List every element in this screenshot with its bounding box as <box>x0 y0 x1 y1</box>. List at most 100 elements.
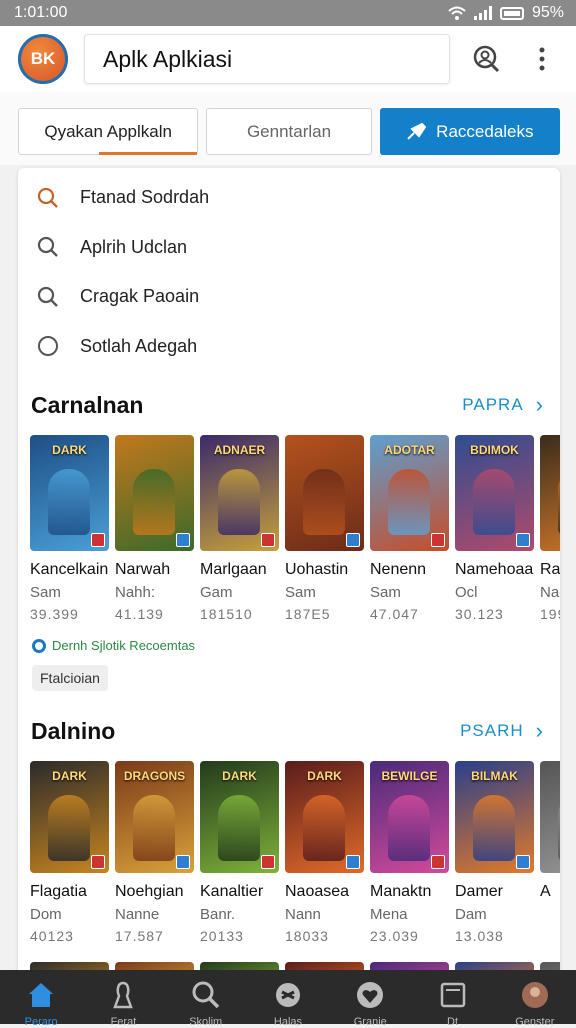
app-title: Naoasea <box>285 883 350 900</box>
app-card[interactable]: DARK Flagatia Dom 40123 <box>30 761 109 944</box>
app-card[interactable]: A <box>540 761 560 944</box>
profile-icon <box>518 978 552 1012</box>
character-figure <box>303 469 345 535</box>
app-card[interactable]: BILMAK Damer Dam 13.038 <box>455 761 534 944</box>
app-card[interactable]: ADNAER Marlgaan Gam 181510 <box>200 435 279 622</box>
thumb-title-art <box>115 443 194 465</box>
status-icons: 95% <box>448 4 564 22</box>
app-thumbnail <box>115 435 194 551</box>
app-thumbnail: ADNAER <box>200 435 279 551</box>
app-card-row: DARK Flagatia Dom 40123 DRAGONS Noehgian Nanne… <box>18 761 560 944</box>
rating-badge-icon <box>261 855 275 869</box>
rating-badge-icon <box>516 855 530 869</box>
thumb-title-art: ADOTAR <box>384 443 435 457</box>
suggestion-label: Ftanad Sodrdah <box>80 187 210 208</box>
app-title: Damer <box>455 883 504 900</box>
rating-badge-icon <box>176 855 190 869</box>
nav-label: Granie <box>353 1016 387 1028</box>
status-time: 1:01:00 <box>14 4 68 21</box>
search-icon <box>189 978 223 1012</box>
app-developer: Gam <box>200 584 233 601</box>
tab-recommended[interactable]: Raccedaleks <box>379 108 560 155</box>
app-card[interactable]: Narwah Nahh: 41.139 <box>115 435 194 622</box>
app-developer: Nann <box>285 906 321 923</box>
games-icon <box>271 978 305 1012</box>
chevron-right-icon: › <box>535 392 544 417</box>
nav-item-0[interactable]: Peraro <box>6 978 76 1028</box>
app-developer: Sam <box>370 584 401 601</box>
app-developer: Nae <box>540 584 560 601</box>
thumb-title-art <box>540 443 560 465</box>
app-card[interactable]: DRAGONS Noehgian Nanne 17.587 <box>115 761 194 944</box>
suggestion-item[interactable]: Ftanad Sodrdah <box>18 173 560 223</box>
nav-label: Skolim <box>189 1016 223 1028</box>
suggestion-item[interactable]: Aplrih Udclan <box>18 223 560 273</box>
history-circle-icon <box>36 334 60 358</box>
tab-search-apps[interactable]: Qyakan Applkaln <box>18 108 199 155</box>
character-figure <box>218 469 260 535</box>
nav-item-5[interactable]: Dt <box>418 978 488 1028</box>
app-card[interactable]: Rar Nae 199 <box>540 435 560 622</box>
search-icon <box>36 285 60 309</box>
nav-item-1[interactable]: Ferat <box>88 978 158 1028</box>
app-thumbnail: BDIMOK <box>455 435 534 551</box>
thumb-title-art: ADNAER <box>213 443 266 457</box>
app-thumbnail: DARK <box>30 761 109 873</box>
app-developer: Sam <box>30 584 61 601</box>
rating-badge-icon <box>176 533 190 547</box>
character-figure <box>558 795 560 861</box>
app-developer: Banr. <box>200 906 236 923</box>
suggestion-item[interactable]: Cragak Paoain <box>18 272 560 322</box>
battery-icon <box>499 6 524 20</box>
search-button[interactable] <box>466 39 506 79</box>
app-developer: Sam <box>285 584 316 601</box>
nav-label: Genster <box>515 1016 555 1028</box>
app-title: Marlgaan <box>200 561 267 578</box>
app-card[interactable]: BEWILGE Manaktn Mena 23.039 <box>370 761 449 944</box>
app-card[interactable]: BDIMOK Namehoaar Ocl 30.123 <box>455 435 534 622</box>
nav-item-2[interactable]: Skolim <box>171 978 241 1028</box>
section-title: Carnalnan <box>31 391 144 418</box>
tab-general[interactable]: Genntarlan <box>206 108 372 155</box>
character-figure <box>133 795 175 861</box>
nav-item-6[interactable]: Genster <box>500 978 570 1028</box>
app-thumbnail <box>285 435 364 551</box>
user-icon <box>106 978 140 1012</box>
app-card[interactable]: DARK Kancelkain Sam 39.399 <box>30 435 109 622</box>
app-title: Namehoaar <box>455 561 534 578</box>
app-download-count: 47.047 <box>370 606 419 622</box>
app-download-count: 40123 <box>30 928 74 944</box>
see-more-link[interactable]: PAPRA › <box>462 392 544 418</box>
more-menu-button[interactable] <box>522 39 562 79</box>
app-title: Aplk Aplkiasi <box>103 45 233 72</box>
character-figure <box>558 469 560 535</box>
app-title: Kanaltier <box>200 883 264 900</box>
filter-tabs: Qyakan Applkaln Genntarlan Raccedaleks <box>0 92 576 165</box>
filter-chip[interactable]: Ftalcioian <box>32 665 108 691</box>
nav-item-4[interactable]: Granie <box>335 978 405 1028</box>
app-title: Noehgian <box>115 883 184 900</box>
promo-line[interactable]: Dernh Sjlotik Recoemtas <box>18 638 560 653</box>
app-title-field[interactable]: Aplk Aplkiasi <box>84 34 450 84</box>
character-figure <box>473 795 515 861</box>
app-card-row: DARK Kancelkain Sam 39.399 Narwah Nahh: 41.139… <box>18 435 560 622</box>
nav-label: Halas <box>273 1016 303 1028</box>
app-logo[interactable]: BK <box>18 34 68 84</box>
thumb-title-art: DRAGONS <box>123 769 186 783</box>
app-thumbnail: DARK <box>285 761 364 873</box>
section-header: Carnalnan PAPRA › <box>18 385 560 425</box>
app-download-count: 30.123 <box>455 606 504 622</box>
suggestion-item[interactable]: Sotlah Adegah <box>18 322 560 372</box>
app-card[interactable]: ADOTAR Nenenn Sam 47.047 <box>370 435 449 622</box>
app-developer: Ocl <box>455 584 478 601</box>
nav-item-3[interactable]: Halas <box>253 978 323 1028</box>
search-user-icon <box>473 45 500 73</box>
see-more-link[interactable]: PSARH › <box>460 718 544 744</box>
app-card[interactable]: DARK Naoasea Nann 18033 <box>285 761 364 944</box>
app-card[interactable]: Uohastin Sam 187E5 <box>285 435 364 622</box>
rating-badge-icon <box>431 533 445 547</box>
nav-label: Dt <box>447 1016 459 1028</box>
see-more-label: PSARH <box>460 721 524 740</box>
character-figure <box>133 469 175 535</box>
app-card[interactable]: DARK Kanaltier Banr. 20133 <box>200 761 279 944</box>
